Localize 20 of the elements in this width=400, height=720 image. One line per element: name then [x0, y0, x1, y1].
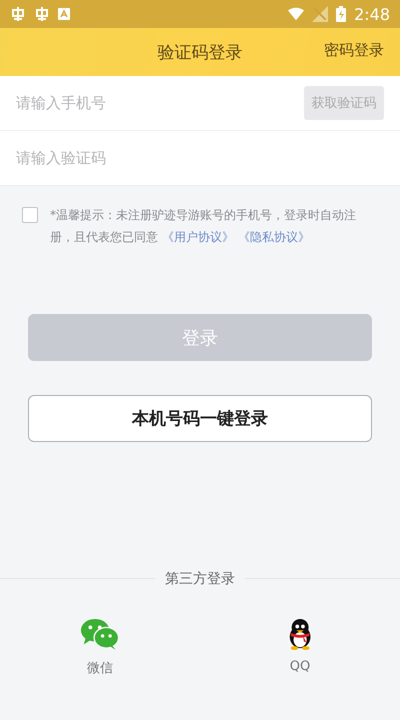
agreement-link[interactable]: 《用户协议》 — [162, 230, 234, 244]
notification-icon — [10, 6, 26, 22]
notification-icon — [34, 6, 50, 22]
third-party-title: 第三方登录 — [155, 570, 245, 588]
one-click-login-button[interactable]: 本机号码一键登录 — [28, 395, 372, 442]
login-option-label: 微信 — [87, 660, 113, 677]
password-login-link[interactable]: 密码登录 — [324, 41, 384, 60]
chat-bubbles-icon[interactable] — [80, 618, 120, 650]
phone-input-field[interactable]: 请输入手机号 — [0, 76, 304, 130]
agreement-text: *温馨提示：未注册驴迹导游账号的手机号，登录时自动注册，且代表您已同意 《用户协议》 《隐私协议》 — [50, 207, 358, 246]
battery-icon — [336, 6, 346, 22]
keyboard-icon — [58, 8, 70, 20]
no-signal-icon — [312, 6, 328, 22]
login-option-label: QQ — [290, 659, 310, 674]
wifi-icon — [288, 6, 304, 22]
header-title: 验证码登录 — [158, 42, 242, 64]
agreement-checkbox[interactable] — [22, 207, 38, 223]
agreement-link[interactable]: 《隐私协议》 — [238, 230, 310, 244]
code-input-field[interactable]: 请输入验证码 — [0, 131, 400, 185]
clock-time: 2:48 — [354, 4, 390, 24]
